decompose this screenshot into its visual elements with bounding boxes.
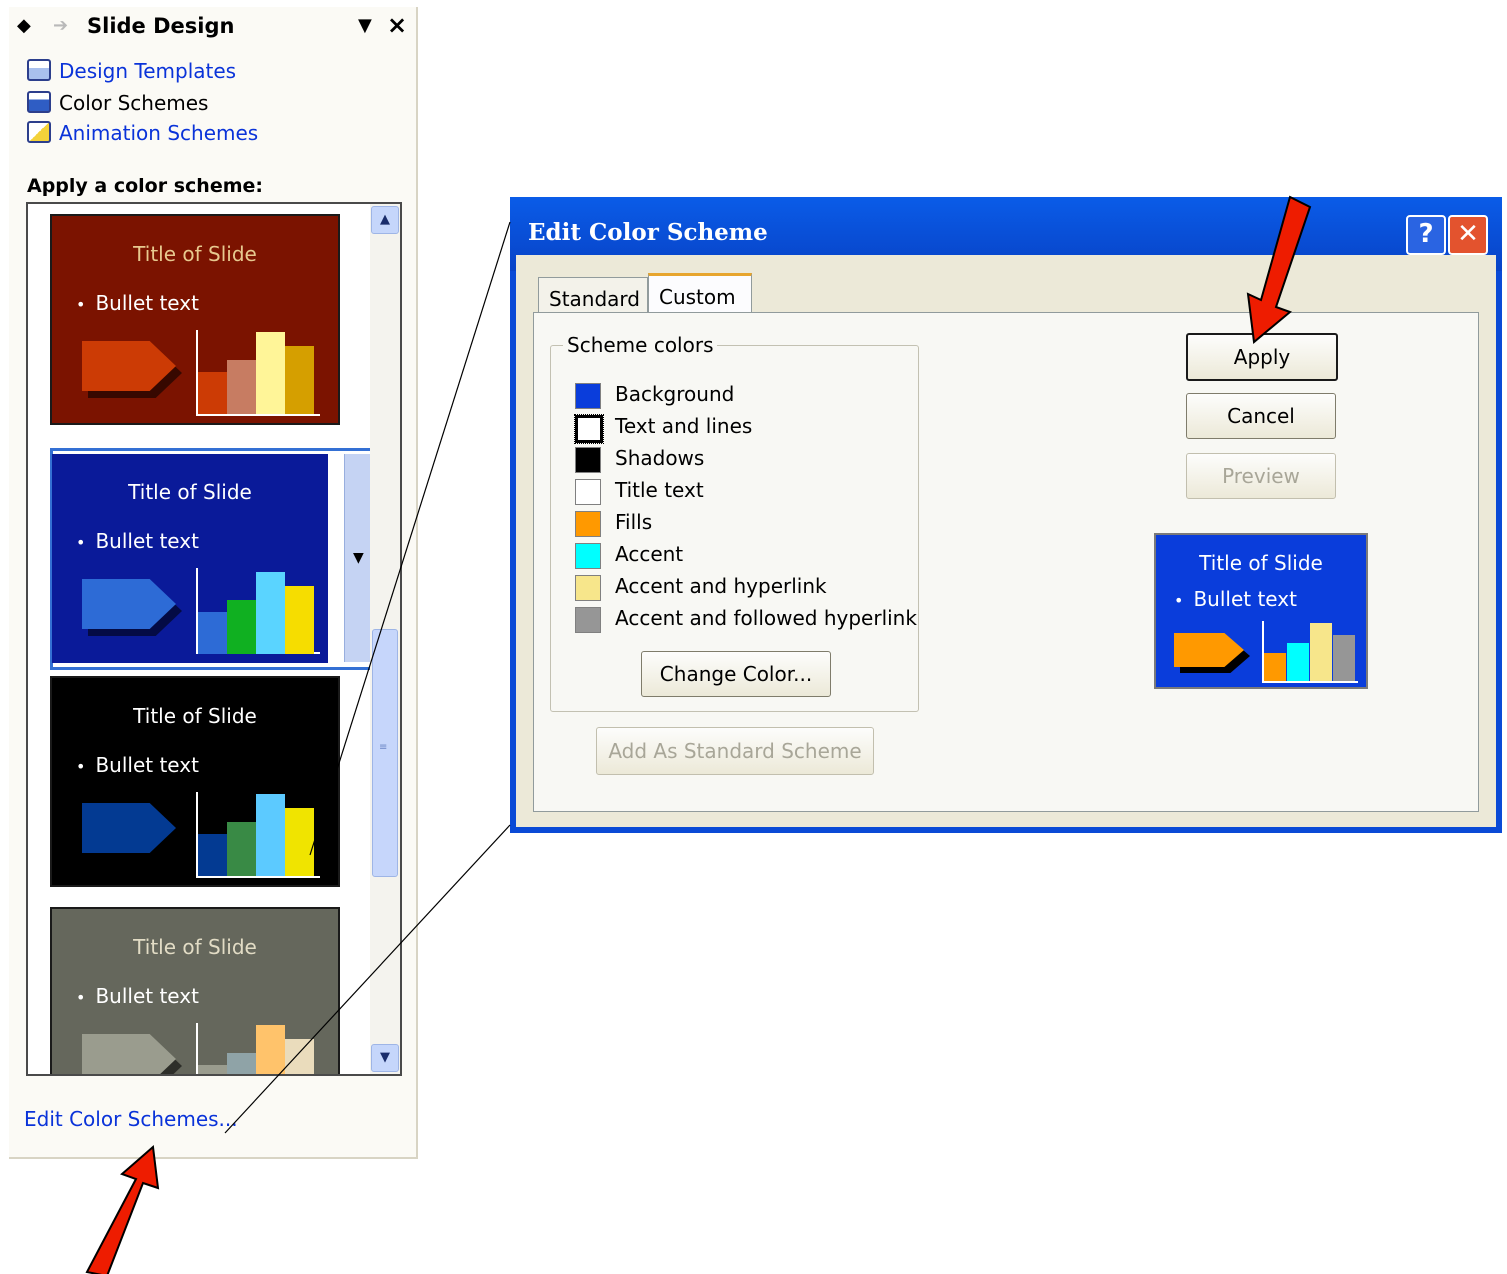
chart-axis-horizontal	[196, 876, 320, 878]
scheme-color-label: Accent and followed hyperlink	[615, 606, 917, 630]
chart-bar	[256, 332, 285, 414]
edit-color-scheme-dialog: Edit Color Scheme ? ✕ Standard Custom Sc…	[510, 197, 1502, 833]
chart-bar	[227, 600, 256, 654]
gallery-scrollbar[interactable]: ▲ ≡ ▼	[370, 204, 400, 1074]
color-scheme-gallery: ▼ Title of SlideBullet textTitle of Slid…	[26, 202, 402, 1076]
apply-button[interactable]: Apply	[1186, 333, 1338, 381]
color-swatch[interactable]	[575, 479, 601, 505]
color-swatch[interactable]	[574, 414, 604, 444]
animation-schemes-icon	[27, 121, 51, 143]
arrow-shape	[82, 1034, 176, 1074]
add-as-standard-scheme-button[interactable]: Add As Standard Scheme	[596, 727, 874, 775]
color-schemes-icon	[27, 91, 51, 113]
color-swatch[interactable]	[575, 607, 601, 633]
chart-bar	[198, 834, 227, 876]
dialog-title: Edit Color Scheme	[528, 219, 768, 246]
thumbnail-title: Title of Slide	[133, 935, 257, 959]
slide-design-task-pane: ◆ ➔ Slide Design ▼ × Design Templates Co…	[9, 7, 418, 1159]
scheme-color-label: Accent	[615, 542, 684, 566]
scheme-thumbnail-2[interactable]: Title of Slide Bullet text	[52, 454, 328, 663]
thumbnail-title: Title of Slide	[128, 480, 252, 504]
thumbnail-title: Title of Slide	[133, 242, 257, 266]
preview-chart-bar	[1287, 643, 1309, 681]
dialog-body: Standard Custom Scheme colors Background…	[516, 255, 1496, 827]
task-pane-title: Slide Design	[87, 14, 235, 38]
preview-slide-title: Title of Slide	[1199, 551, 1323, 575]
scroll-down-button[interactable]: ▼	[371, 1044, 399, 1072]
color-swatch[interactable]	[575, 447, 601, 473]
help-button[interactable]: ?	[1406, 215, 1446, 255]
custom-tab-panel: Scheme colors Background Text and lines Sh…	[533, 312, 1479, 812]
thumbnail-bullet: Bullet text	[76, 291, 199, 315]
apply-color-scheme-label: Apply a color scheme:	[27, 175, 263, 197]
chevron-down-icon: ▼	[353, 550, 364, 566]
chart-bar	[227, 822, 256, 876]
scheme-color-label: Title text	[615, 478, 704, 502]
color-swatch[interactable]	[575, 575, 601, 601]
preview-chart-bar	[1333, 635, 1355, 681]
task-pane-close-icon[interactable]: ×	[387, 11, 407, 39]
grip-icon: ≡	[379, 742, 388, 753]
preview-slide-bullet: Bullet text	[1174, 587, 1297, 611]
design-templates-link[interactable]: Design Templates	[27, 59, 236, 87]
cancel-button[interactable]: Cancel	[1186, 393, 1336, 439]
thumbnail-bullet: Bullet text	[76, 753, 199, 777]
chart-axis-horizontal	[196, 414, 320, 416]
scroll-thumb[interactable]: ≡	[372, 629, 398, 877]
thumbnail-title: Title of Slide	[133, 704, 257, 728]
preview-chart-bar	[1310, 623, 1332, 681]
scheme-color-label: Shadows	[615, 446, 705, 470]
color-swatch[interactable]	[575, 543, 601, 569]
close-button[interactable]: ✕	[1448, 215, 1488, 255]
chart-bar	[256, 1025, 285, 1074]
preview-axis-horizontal	[1262, 681, 1358, 683]
tab-standard[interactable]: Standard	[538, 277, 648, 312]
color-swatch[interactable]	[575, 383, 601, 409]
chart-bar	[256, 572, 285, 654]
back-icon[interactable]: ◆	[17, 15, 31, 36]
animation-schemes-label: Animation Schemes	[59, 121, 259, 145]
scheme-color-label: Background	[615, 382, 735, 406]
thumbnail-bullet: Bullet text	[76, 529, 199, 553]
scheme-thumbnail-1[interactable]: Title of Slide Bullet text	[50, 214, 340, 425]
chart-bar	[227, 1053, 256, 1074]
chart-bar	[227, 360, 256, 414]
task-pane-header: ◆ ➔ Slide Design ▼ ×	[9, 7, 414, 45]
forward-icon[interactable]: ➔	[53, 15, 68, 36]
color-swatch[interactable]	[575, 511, 601, 537]
scheme-thumbnail-4[interactable]: Title of Slide Bullet text	[50, 907, 340, 1074]
chart-bar	[198, 612, 227, 654]
tab-custom[interactable]: Custom	[648, 273, 752, 316]
scheme-colors-caption: Scheme colors	[563, 333, 718, 357]
thumbnail-bullet: Bullet text	[76, 984, 199, 1008]
chart-bar	[285, 1039, 314, 1074]
scroll-up-button[interactable]: ▲	[371, 206, 399, 234]
chart-bar	[198, 372, 227, 414]
scheme-color-label: Fills	[615, 510, 653, 534]
chart-bar	[285, 346, 314, 414]
color-schemes-label: Color Schemes	[59, 91, 209, 115]
design-templates-icon	[27, 59, 51, 81]
preview-chart-bar	[1264, 653, 1286, 681]
scheme-preview-thumbnail: Title of Slide Bullet text	[1154, 533, 1368, 689]
chart-bar	[285, 808, 314, 876]
change-color-button[interactable]: Change Color...	[641, 651, 831, 697]
edit-color-schemes-link[interactable]: Edit Color Schemes...	[24, 1107, 238, 1131]
chart-bar	[256, 794, 285, 876]
red-arrow-to-edit-link	[85, 1145, 160, 1274]
design-templates-label: Design Templates	[59, 59, 237, 83]
animation-schemes-link[interactable]: Animation Schemes	[27, 121, 258, 149]
scheme-color-label: Accent and hyperlink	[615, 574, 827, 598]
scheme-thumbnail-3[interactable]: Title of Slide Bullet text	[50, 676, 340, 887]
scheme-colors-group: Scheme colors Background Text and lines Sh…	[550, 333, 919, 712]
chart-bar	[198, 1065, 227, 1074]
preview-button[interactable]: Preview	[1186, 453, 1336, 499]
task-pane-menu-icon[interactable]: ▼	[358, 15, 372, 36]
scheme-color-label: Text and lines	[615, 414, 753, 438]
chart-bar	[285, 586, 314, 654]
color-schemes-link[interactable]: Color Schemes	[27, 91, 208, 119]
